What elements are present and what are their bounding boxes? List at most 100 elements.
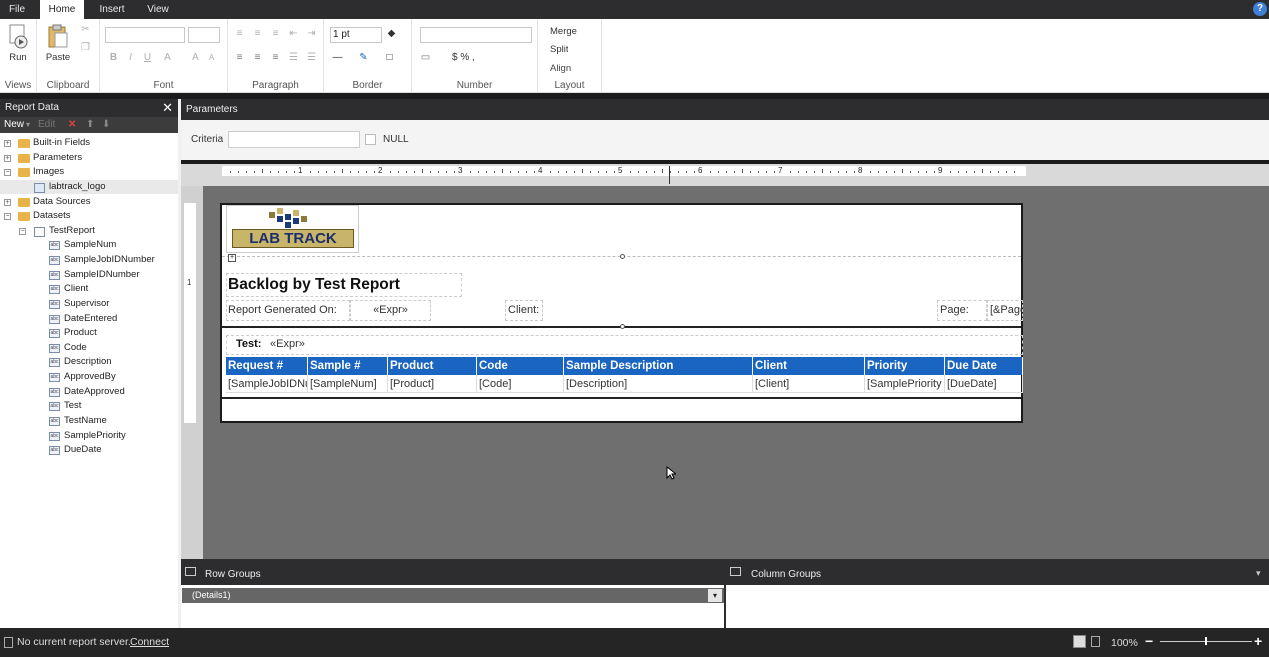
shrink-font-icon[interactable]: A — [206, 53, 217, 62]
page-label[interactable]: Page: — [937, 300, 987, 321]
chevron-down-icon[interactable]: ▾ — [708, 589, 722, 602]
copy-icon[interactable]: ❐ — [80, 43, 91, 53]
decrease-indent-icon[interactable]: ⇤ — [288, 29, 299, 39]
zoom-out-icon[interactable]: − — [1145, 633, 1153, 649]
design-view-icon[interactable] — [1073, 635, 1086, 648]
borders-icon[interactable]: □ — [384, 53, 395, 63]
tree-item-testreport[interactable]: − TestReport — [0, 224, 178, 239]
expand-icon[interactable]: + — [4, 140, 11, 147]
paste-button[interactable]: Paste — [43, 23, 73, 63]
align-center-icon[interactable]: ≡ — [252, 53, 263, 63]
table-header-cell[interactable]: Request # — [226, 357, 308, 375]
align-left-icon[interactable]: ≡ — [234, 53, 245, 63]
align-button[interactable]: Align — [550, 63, 571, 74]
tree-item-built-in-fields[interactable]: + Built-in Fields — [0, 136, 178, 151]
test-label[interactable]: Test: — [236, 338, 261, 350]
border-color-icon[interactable]: ✎ — [358, 53, 369, 63]
collapse-icon[interactable]: − — [4, 213, 11, 221]
chevron-down-icon[interactable]: ▾ — [26, 117, 30, 133]
zoom-in-icon[interactable]: + — [1254, 633, 1262, 649]
table-header-cell[interactable]: Code — [477, 357, 564, 375]
connect-link[interactable]: Connect — [130, 636, 169, 648]
tab-insert[interactable]: Insert — [90, 0, 134, 19]
table-header-cell[interactable]: Due Date — [945, 357, 1023, 375]
criteria-input[interactable] — [228, 131, 360, 148]
edit-button[interactable]: Edit — [38, 117, 55, 133]
border-width-combo[interactable]: 1 pt — [330, 27, 382, 43]
font-name-combo[interactable] — [105, 27, 185, 43]
table-header-cell[interactable]: Priority — [865, 357, 945, 375]
tree-item-images[interactable]: − Images — [0, 165, 178, 180]
table-header-cell[interactable]: Sample # — [308, 357, 388, 375]
resize-handle[interactable] — [620, 254, 625, 259]
preview-view-icon[interactable] — [1091, 636, 1100, 647]
page-expr[interactable]: [&Page — [987, 300, 1023, 321]
move-up-icon[interactable]: ⬆ — [86, 117, 94, 133]
table-cell[interactable]: [SamplePriority — [865, 375, 945, 393]
align-bottom-icon[interactable]: ≡ — [270, 29, 281, 39]
italic-icon[interactable]: I — [125, 53, 136, 63]
tree-item-dateapproved[interactable]: abc DateApproved — [0, 385, 178, 400]
delete-icon[interactable]: ✕ — [68, 117, 76, 133]
align-middle-icon[interactable]: ≡ — [252, 29, 263, 39]
tree-item-data-sources[interactable]: + Data Sources — [0, 195, 178, 210]
tree-item-samplejobidnumber[interactable]: abc SampleJobIDNumber — [0, 253, 178, 268]
table-cell[interactable]: [Code] — [477, 375, 564, 393]
border-style-icon[interactable]: — — [332, 53, 343, 63]
null-checkbox[interactable] — [365, 134, 376, 145]
cut-icon[interactable]: ✂ — [80, 25, 91, 35]
table-cell[interactable]: [SampleNum] — [308, 375, 388, 393]
placeholder-icon[interactable]: ▭ — [420, 53, 431, 63]
tree-item-description[interactable]: abc Description — [0, 355, 178, 370]
underline-icon[interactable]: U — [142, 53, 153, 63]
table-cell[interactable]: [Client] — [753, 375, 865, 393]
tree-item-parameters[interactable]: + Parameters — [0, 151, 178, 166]
tab-view[interactable]: View — [140, 0, 176, 19]
merge-button[interactable]: Merge — [550, 26, 577, 37]
align-top-icon[interactable]: ≡ — [234, 29, 245, 39]
tree-item-duedate[interactable]: abc DueDate — [0, 443, 178, 458]
bold-icon[interactable]: B — [108, 53, 119, 63]
tablix[interactable]: Test: «Expr» Request # [SampleJobIDNu Samp… — [226, 335, 1023, 397]
table-header-cell[interactable]: Client — [753, 357, 865, 375]
move-down-icon[interactable]: ⬇ — [102, 117, 110, 133]
fill-color-icon[interactable]: ◆ — [386, 29, 397, 39]
client-label[interactable]: Client: — [505, 300, 543, 321]
collapse-icon[interactable]: − — [4, 169, 11, 177]
expand-icon[interactable]: + — [4, 154, 11, 162]
tree-item-code[interactable]: abc Code — [0, 341, 178, 356]
tab-file[interactable]: File — [0, 0, 34, 19]
tree-item-test[interactable]: abc Test — [0, 399, 178, 414]
tree-item-labtrack-logo[interactable]: labtrack_logo — [0, 179, 178, 195]
tree-item-datasets[interactable]: − Datasets — [0, 209, 178, 224]
table-header-cell[interactable]: Product — [388, 357, 477, 375]
number-symbols[interactable]: $ % , — [452, 52, 475, 63]
tree-item-client[interactable]: abc Client — [0, 282, 178, 297]
run-button[interactable]: Run — [3, 23, 33, 63]
table-cell[interactable]: [DueDate] — [945, 375, 1023, 393]
report-body[interactable]: LAB TRACK + Backlog by Test Report Repor… — [220, 203, 1023, 423]
number-format-combo[interactable] — [420, 27, 532, 43]
tree-item-approvedby[interactable]: abc ApprovedBy — [0, 370, 178, 385]
details-group-item[interactable]: (Details1) — [182, 588, 724, 603]
numbering-icon[interactable]: ☰ — [306, 53, 317, 63]
test-expr[interactable]: «Expr» — [270, 338, 305, 350]
close-icon[interactable]: ✕ — [162, 99, 173, 117]
resize-handle[interactable] — [620, 324, 625, 329]
bullets-icon[interactable]: ☰ — [288, 53, 299, 63]
generated-on-label[interactable]: Report Generated On: — [226, 300, 350, 321]
table-cell[interactable]: [Description] — [564, 375, 753, 393]
font-size-combo[interactable] — [188, 27, 220, 43]
increase-indent-icon[interactable]: ⇥ — [306, 29, 317, 39]
font-color-icon[interactable]: A — [162, 53, 173, 63]
zoom-slider-thumb[interactable] — [1205, 637, 1207, 645]
tab-home[interactable]: Home — [40, 0, 84, 19]
collapse-icon[interactable]: − — [19, 227, 26, 235]
tree-item-product[interactable]: abc Product — [0, 326, 178, 341]
labtrack-logo[interactable]: LAB TRACK — [226, 205, 359, 253]
tree-item-supervisor[interactable]: abc Supervisor — [0, 297, 178, 312]
tree-item-samplenum[interactable]: abc SampleNum — [0, 238, 178, 253]
generated-on-expr[interactable]: «Expr» — [350, 300, 431, 321]
new-button[interactable]: New — [4, 117, 24, 133]
tree-item-dateentered[interactable]: abc DateEntered — [0, 312, 178, 327]
